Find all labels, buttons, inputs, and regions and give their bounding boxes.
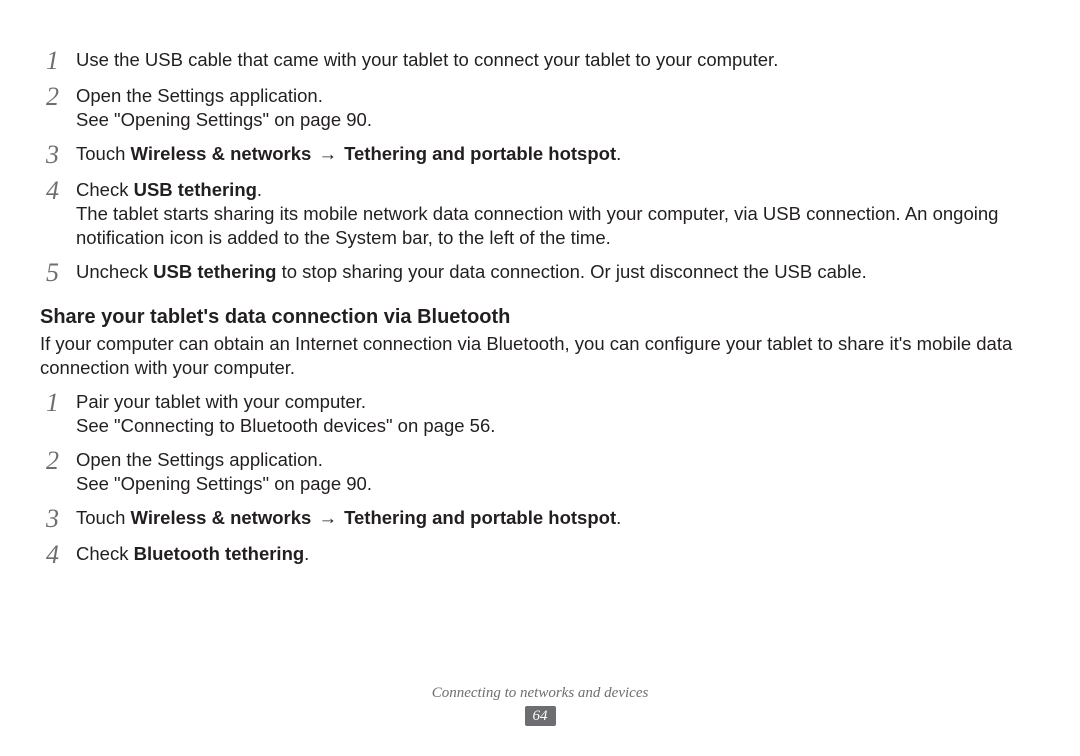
step-number: 2	[40, 84, 76, 110]
footer-page-number: 64	[525, 706, 556, 726]
step-row: 2 Open the Settings application. See "Op…	[40, 84, 1040, 132]
text-prefix: Check	[76, 179, 134, 200]
page-footer: Connecting to networks and devices 64	[0, 685, 1080, 726]
text-line: The tablet starts sharing its mobile net…	[76, 202, 1040, 250]
text-line: Use the USB cable that came with your ta…	[76, 49, 778, 70]
step-text: Touch Wireless & networks → Tethering an…	[76, 506, 1040, 530]
step-text: Pair your tablet with your computer. See…	[76, 390, 1040, 438]
usb-tethering-steps: 1 Use the USB cable that came with your …	[40, 48, 1040, 286]
step-text: Touch Wireless & networks → Tethering an…	[76, 142, 1040, 166]
section-heading: Share your tablet's data connection via …	[40, 304, 1040, 330]
text-suffix: .	[616, 507, 621, 528]
step-number: 5	[40, 260, 76, 286]
bluetooth-tethering-steps: 1 Pair your tablet with your computer. S…	[40, 390, 1040, 568]
step-row: 4 Check Bluetooth tethering.	[40, 542, 1040, 568]
bold-text: Tethering and portable hotspot	[344, 143, 616, 164]
text-prefix: Check	[76, 543, 134, 564]
arrow-icon: →	[311, 143, 344, 164]
text-prefix: Touch	[76, 507, 131, 528]
step-row: 1 Pair your tablet with your computer. S…	[40, 390, 1040, 438]
step-row: 2 Open the Settings application. See "Op…	[40, 448, 1040, 496]
arrow-icon: →	[311, 507, 344, 528]
text-suffix: to stop sharing your data connection. Or…	[276, 261, 866, 282]
text-line: See "Connecting to Bluetooth devices" on…	[76, 414, 1040, 438]
section-intro: If your computer can obtain an Internet …	[40, 332, 1040, 380]
text-suffix: .	[257, 179, 262, 200]
text-line: See "Opening Settings" on page 90.	[76, 108, 1040, 132]
step-row: 3 Touch Wireless & networks → Tethering …	[40, 142, 1040, 168]
step-row: 4 Check USB tethering. The tablet starts…	[40, 178, 1040, 250]
bold-text: Tethering and portable hotspot	[344, 507, 616, 528]
bold-text: USB tethering	[153, 261, 276, 282]
step-text: Check Bluetooth tethering.	[76, 542, 1040, 566]
bold-text: USB tethering	[134, 179, 257, 200]
step-number: 3	[40, 506, 76, 532]
manual-page: 1 Use the USB cable that came with your …	[0, 0, 1080, 756]
step-number: 1	[40, 48, 76, 74]
step-text: Use the USB cable that came with your ta…	[76, 48, 1040, 72]
text-line: Open the Settings application.	[76, 84, 1040, 108]
bold-text: Wireless & networks	[131, 507, 312, 528]
step-text: Open the Settings application. See "Open…	[76, 84, 1040, 132]
step-number: 4	[40, 542, 76, 568]
step-number: 1	[40, 390, 76, 416]
step-row: 5 Uncheck USB tethering to stop sharing …	[40, 260, 1040, 286]
footer-chapter: Connecting to networks and devices	[0, 685, 1080, 702]
step-number: 4	[40, 178, 76, 204]
step-text: Uncheck USB tethering to stop sharing yo…	[76, 260, 1040, 284]
step-text: Check USB tethering. The tablet starts s…	[76, 178, 1040, 250]
step-row: 1 Use the USB cable that came with your …	[40, 48, 1040, 74]
bold-text: Bluetooth tethering	[134, 543, 305, 564]
text-line: Open the Settings application.	[76, 448, 1040, 472]
step-number: 2	[40, 448, 76, 474]
text-suffix: .	[304, 543, 309, 564]
step-row: 3 Touch Wireless & networks → Tethering …	[40, 506, 1040, 532]
bold-text: Wireless & networks	[131, 143, 312, 164]
text-prefix: Uncheck	[76, 261, 153, 282]
text-line: Pair your tablet with your computer.	[76, 390, 1040, 414]
text-line: See "Opening Settings" on page 90.	[76, 472, 1040, 496]
step-text: Open the Settings application. See "Open…	[76, 448, 1040, 496]
text-suffix: .	[616, 143, 621, 164]
step-number: 3	[40, 142, 76, 168]
text-prefix: Touch	[76, 143, 131, 164]
